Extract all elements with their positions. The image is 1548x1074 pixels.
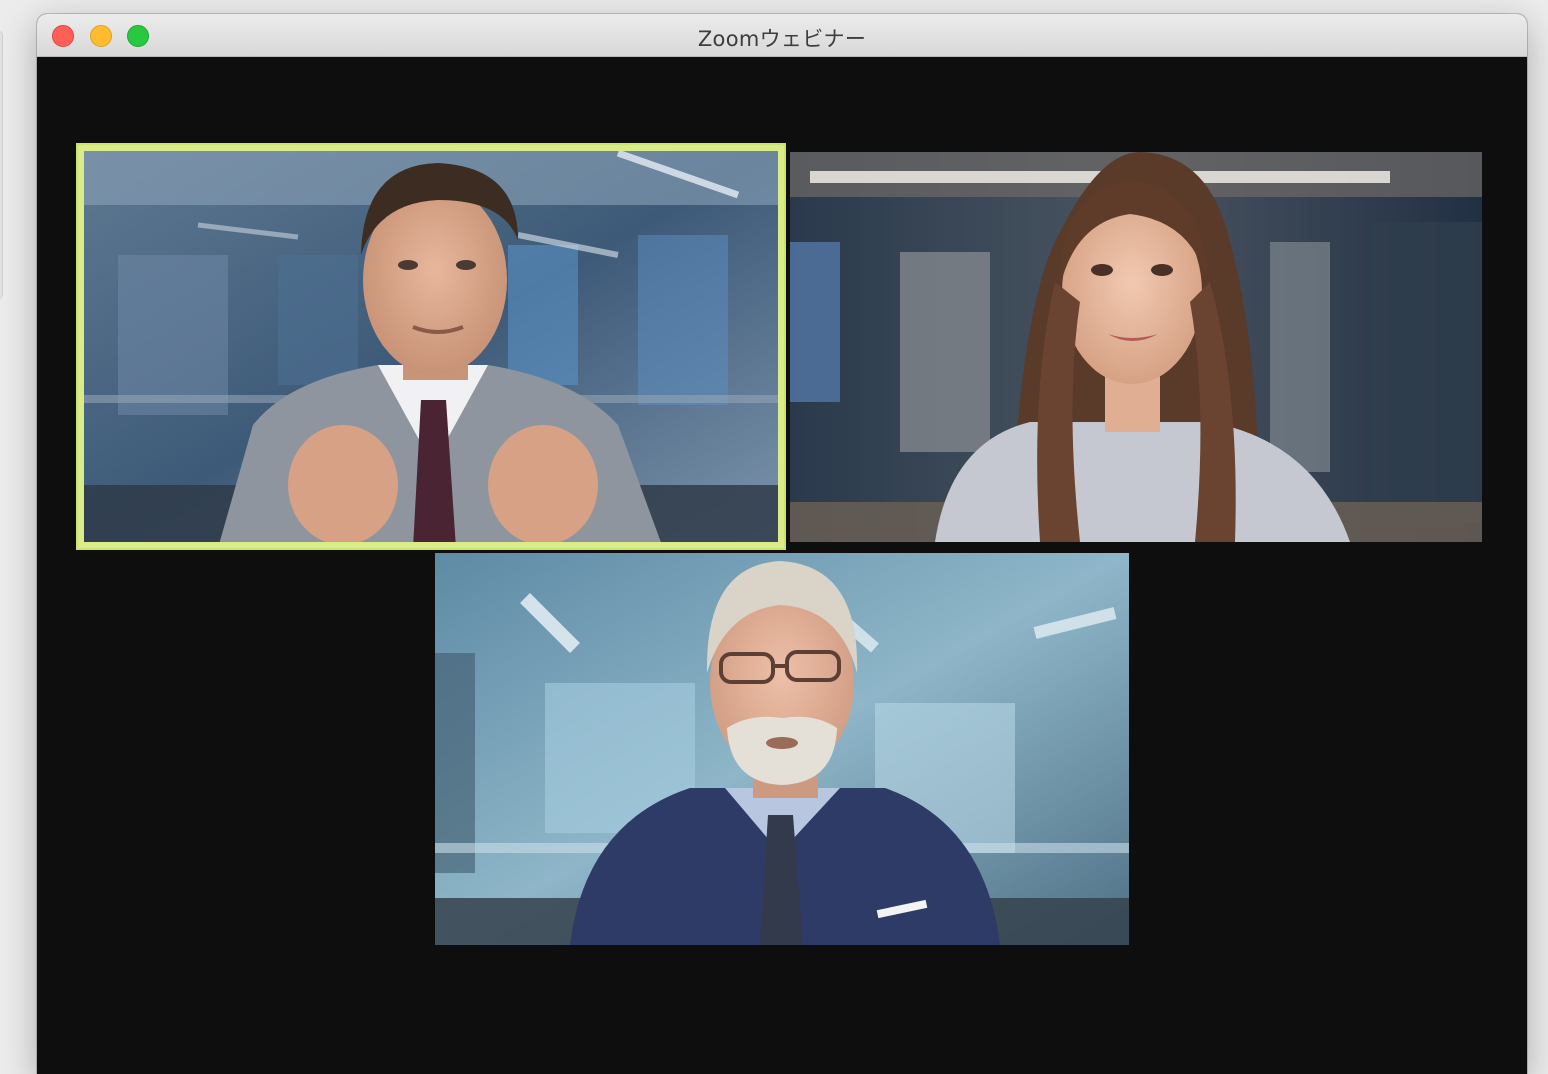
- participant-1-video: [78, 145, 784, 548]
- participant-3-video: [435, 553, 1129, 945]
- video-tile-participant-3[interactable]: participant-3: [435, 553, 1129, 945]
- title-bar[interactable]: Zoomウェビナー: [37, 14, 1527, 57]
- zoom-window: Zoomウェビナー: [37, 14, 1527, 1074]
- video-tile-participant-2[interactable]: participant-2: [790, 152, 1482, 542]
- window-title: Zoomウェビナー: [697, 27, 867, 51]
- background-window-edge: [0, 30, 3, 300]
- video-tile-participant-1[interactable]: participant-1: [78, 145, 784, 548]
- participant-2-video: [790, 152, 1482, 542]
- gallery-view: participant-1: [37, 57, 1527, 1074]
